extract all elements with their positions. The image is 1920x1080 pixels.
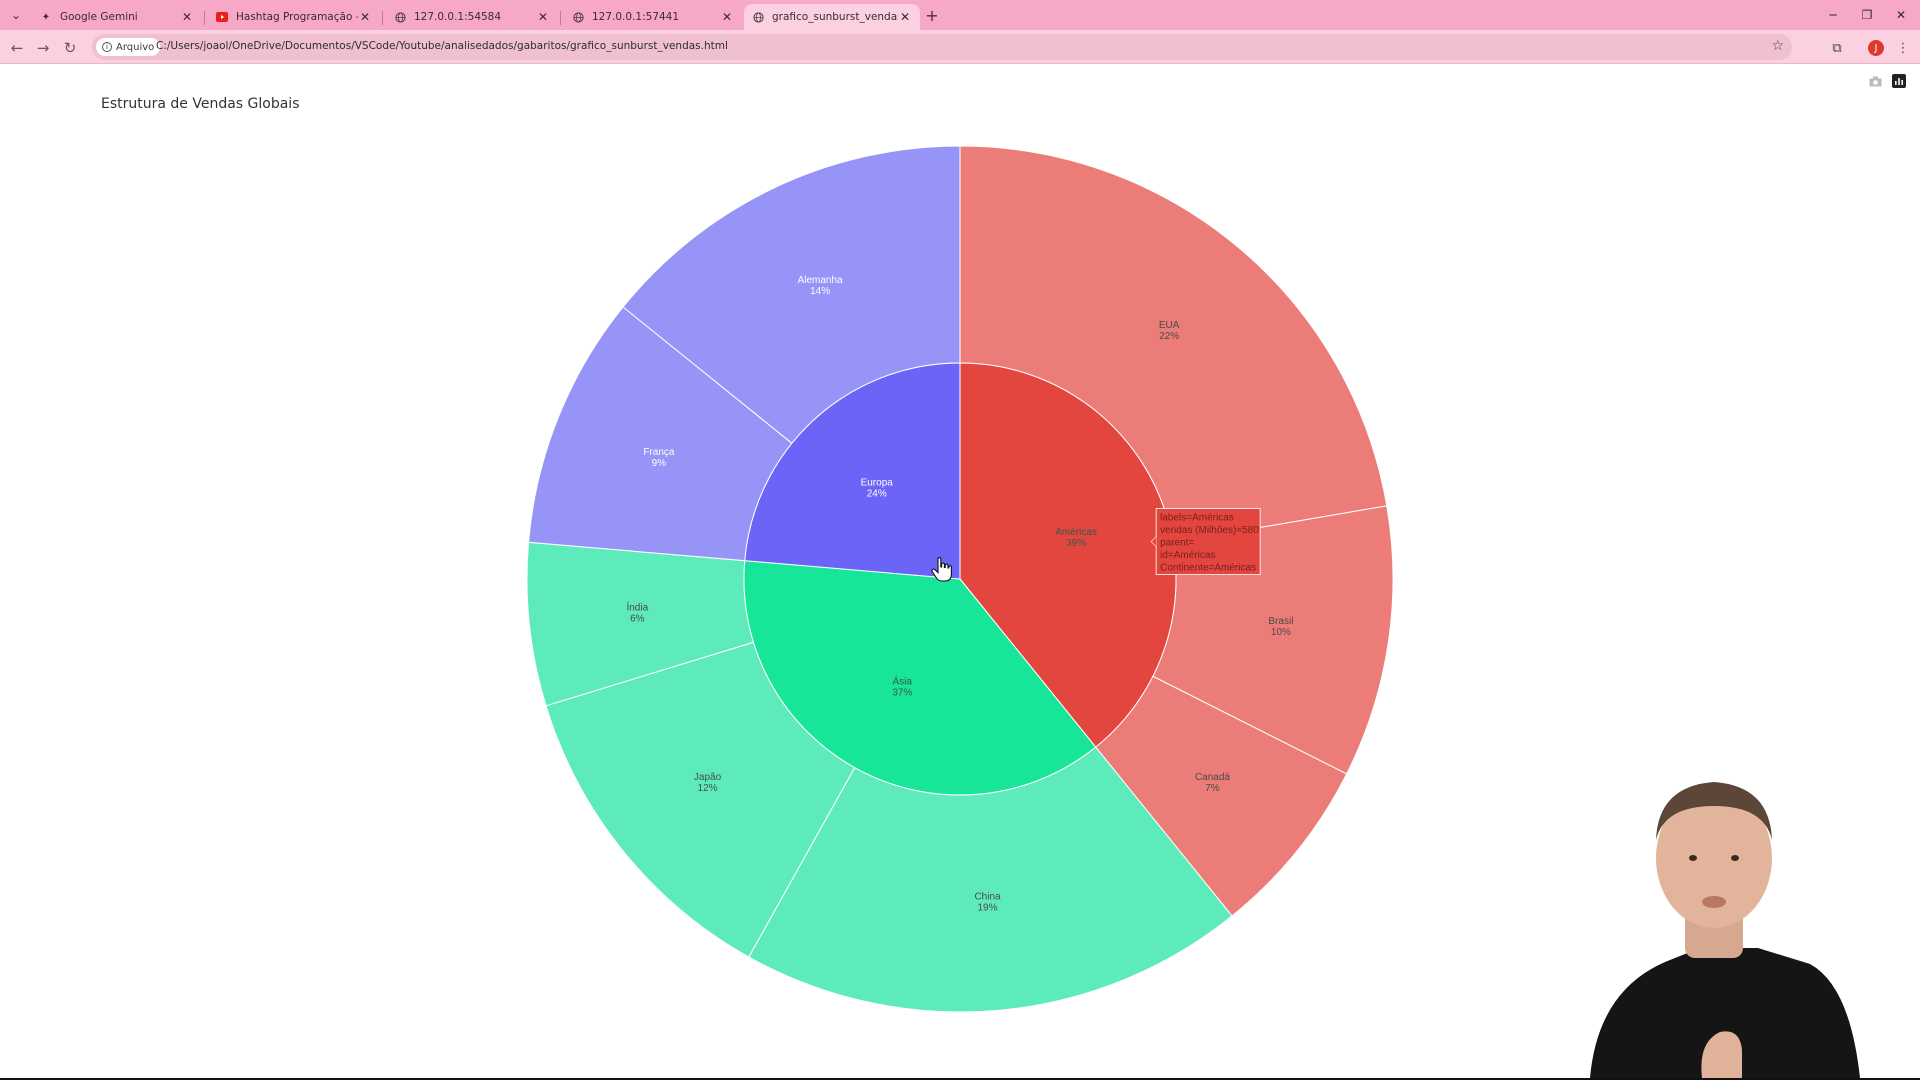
hover-tooltip: labels=Américasvendas (Milhões)=580 paren… <box>1150 508 1261 575</box>
url-text[interactable]: C:/Users/joaol/OneDrive/Documentos/VSCod… <box>156 40 728 52</box>
tab-divider <box>382 11 383 25</box>
extensions-puzzle-icon[interactable]: ⧉ <box>1826 37 1848 59</box>
globe-icon <box>572 11 584 23</box>
tab-divider <box>560 11 561 25</box>
bookmark-star-icon[interactable]: ☆ <box>1771 38 1784 54</box>
info-icon: i <box>102 42 112 52</box>
new-tab-plus-icon[interactable]: + <box>922 5 942 25</box>
close-tab-icon[interactable]: ✕ <box>720 10 734 24</box>
segment-label-eua: EUA 22% <box>1159 320 1180 342</box>
hover-line: Continente=Américas <box>1160 563 1256 574</box>
tab-search-chevron-icon[interactable]: ⌄ <box>6 5 26 25</box>
site-info-chip[interactable]: i Arquivo <box>96 38 161 56</box>
close-tab-icon[interactable]: ✕ <box>180 10 194 24</box>
menu-kebab-icon[interactable]: ⋮ <box>1892 37 1914 59</box>
back-arrow-icon[interactable]: ← <box>6 37 28 59</box>
close-tab-icon[interactable]: ✕ <box>358 10 372 24</box>
forward-arrow-icon[interactable]: → <box>32 37 54 59</box>
hand-cursor-icon <box>931 557 952 582</box>
globe-icon <box>394 11 406 23</box>
tab-localhost-57441[interactable]: 127.0.0.1:57441 ✕ <box>564 4 742 30</box>
tab-title: Hashtag Programação - YouTube <box>236 11 358 23</box>
tab-google-gemini[interactable]: ✦ Google Gemini ✕ <box>32 4 202 30</box>
reload-icon[interactable]: ↻ <box>59 37 81 59</box>
globe-icon <box>752 11 764 23</box>
hover-line: vendas (Milhões)=580 <box>1160 525 1259 536</box>
segment-label-asia: Ásia 37% <box>892 675 912 699</box>
tab-title: 127.0.0.1:54584 <box>414 11 502 23</box>
site-chip-label: Arquivo <box>116 41 155 53</box>
tab-grafico-sunburst[interactable]: grafico_sunburst_vendas.html ✕ <box>744 4 920 30</box>
hover-line: labels=Américas <box>1160 513 1234 524</box>
close-tab-icon[interactable]: ✕ <box>536 10 550 24</box>
youtube-icon <box>216 11 228 23</box>
browser-window: ⌄ ✦ Google Gemini ✕ Hashtag Programação … <box>0 0 1920 1080</box>
tab-title: 127.0.0.1:57441 <box>592 11 680 23</box>
hover-line: parent= <box>1160 538 1194 549</box>
restore-icon[interactable]: ❐ <box>1852 4 1882 26</box>
presenter-webcam <box>1590 782 1860 1078</box>
tab-hashtag-youtube[interactable]: Hashtag Programação - YouTube ✕ <box>208 4 380 30</box>
tab-divider <box>204 11 205 25</box>
address-bar[interactable]: i Arquivo C:/Users/joaol/OneDrive/Docume… <box>92 34 1792 60</box>
close-tab-icon[interactable]: ✕ <box>898 10 912 24</box>
tab-title: grafico_sunburst_vendas.html <box>772 11 898 23</box>
inner-ring <box>743 362 1177 796</box>
tab-title: Google Gemini <box>60 11 138 23</box>
gemini-icon: ✦ <box>41 11 51 23</box>
minimize-icon[interactable]: ─ <box>1818 4 1848 26</box>
close-window-icon[interactable]: ✕ <box>1886 4 1916 26</box>
tab-bar: ⌄ ✦ Google Gemini ✕ Hashtag Programação … <box>0 0 1920 30</box>
segment-label-japao: Japão 12% <box>694 772 722 794</box>
browser-toolbar: ← → ↻ i Arquivo C:/Users/joaol/OneDrive/… <box>0 30 1920 64</box>
tab-localhost-54584[interactable]: 127.0.0.1:54584 ✕ <box>386 4 558 30</box>
hover-line: id=Américas <box>1160 550 1215 561</box>
segment-label-brasil: Brasil 10% <box>1268 616 1293 638</box>
profile-avatar[interactable]: J <box>1868 40 1884 56</box>
segment-label-china: China 19% <box>974 891 1001 913</box>
